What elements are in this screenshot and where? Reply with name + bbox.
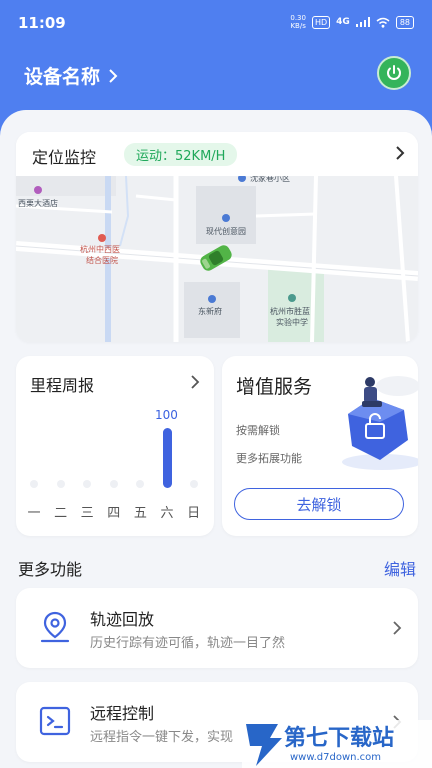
mileage-day-label: 四 [107,506,121,521]
signal-icon: 4G [336,17,350,27]
speed-chip: 运动：52KM/H [124,143,238,166]
map-label-hotel: 西栗大酒店 [18,199,58,208]
mileage-day-label: 三 [80,506,94,521]
edit-button[interactable]: 编辑 [384,556,416,580]
feature-title: 远程控制 [90,704,155,723]
map-view[interactable]: 西栗大酒店 沈家巷小区 现代创意园 杭州中西医 结合医院 东新府 杭州市胜蓝 实… [16,174,418,342]
vas-line-2: 更多拓展功能 [236,452,302,465]
mileage-day-label: 二 [54,506,68,521]
device-name-button[interactable]: 设备名称 [24,62,118,89]
chevron-right-icon[interactable] [190,374,200,390]
mileage-bar-empty [189,480,198,488]
battery-icon: 88 [395,15,414,29]
location-card-title: 定位监控 [32,148,97,167]
status-bar: 11:09 0.30 KB/s HD 4G 88 [0,0,432,46]
hd-badge: HD [311,15,331,29]
power-button[interactable] [377,56,411,90]
chevron-right-icon [109,68,118,83]
feature-track-playback[interactable]: 轨迹回放 历史行踪有迹可循，轨迹一目了然 [16,588,418,668]
mileage-bar [162,428,172,488]
map-label-school-1: 杭州市胜蓝 [270,307,310,316]
mileage-day-label: 日 [187,506,201,521]
map-label-hospital-2: 结合医院 [86,256,118,265]
location-card-header[interactable]: 定位监控 运动：52KM/H [16,132,418,176]
feature-title: 轨迹回放 [90,610,155,629]
power-icon [387,65,401,80]
mileage-bar-empty [56,480,65,488]
watermark-url: www.d7down.com [290,752,382,763]
mileage-bar-value: 100 [155,408,178,422]
vas-line-1: 按需解锁 [236,424,280,437]
map-label-garden: 现代创意园 [206,227,246,236]
mileage-day-label: 一 [27,506,41,521]
mileage-bar-empty [30,480,38,488]
location-pin-icon [40,611,70,643]
map-roads [16,176,418,342]
value-added-service-card[interactable]: 增值服务 按需解锁 更多拓展功能 去解锁 [222,356,418,536]
device-name: 设备名称 [24,66,101,88]
signal-bars-icon [355,17,370,27]
feature-desc: 历史行踪有迹可循，轨迹一目了然 [90,636,286,651]
location-monitor-card[interactable]: 定位监控 运动：52KM/H 西栗大酒店 沈家巷小区 现代创意园 杭州中西医 结… [16,132,418,342]
chevron-right-icon[interactable] [394,144,406,162]
vas-title: 增值服务 [236,376,313,398]
unlock-button[interactable]: 去解锁 [234,488,404,520]
map-label-hospital-1: 杭州中西医 [80,245,120,254]
network-speed: 0.30 KB/s [290,14,306,30]
map-label-dongxinfu: 东新府 [198,307,222,316]
status-icons: 0.30 KB/s HD 4G 88 [290,14,414,30]
status-time: 11:09 [18,14,66,32]
mileage-bar-empty [109,480,118,488]
map-label-school-2: 实验中学 [276,318,308,327]
watermark-text: 第七下载站 [284,726,395,751]
mileage-day-label: 六 [160,506,174,521]
chevron-right-icon [393,621,402,635]
feature-desc: 远程指令一键下发，实现 [90,730,234,745]
mileage-card-title: 里程周报 [30,376,95,395]
terminal-icon [39,706,71,736]
mileage-day-label: 五 [133,506,147,521]
unlock-illustration-icon [342,376,418,470]
more-features-title: 更多功能 [18,560,83,579]
wifi-icon [376,17,390,28]
